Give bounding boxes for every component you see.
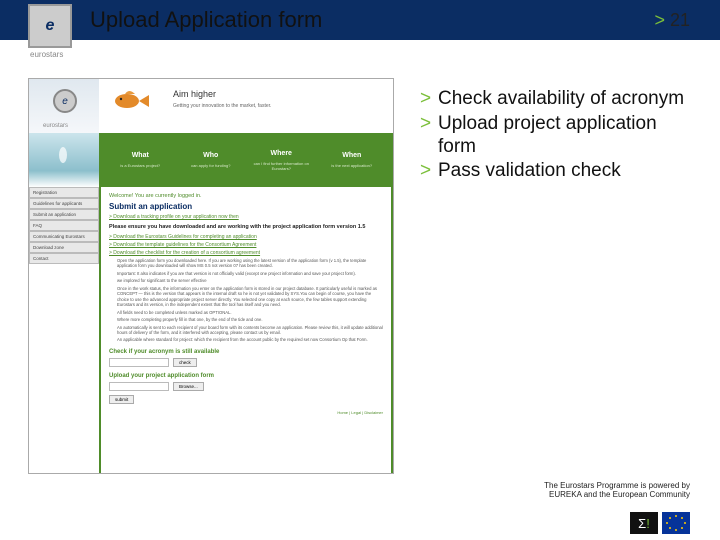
bullet-marker: > bbox=[420, 113, 438, 159]
page-title: Upload Application form bbox=[90, 7, 322, 33]
logo-brand-label: eurostars bbox=[30, 50, 63, 59]
ss-instr-7: An automatically is sent to each recipie… bbox=[117, 325, 383, 336]
ss-aim-sub: Getting your innovation to the market, f… bbox=[173, 103, 271, 109]
ss-acronym-row: check bbox=[109, 358, 383, 367]
ss-instr-8: An applicable where standard for project… bbox=[117, 337, 383, 342]
page-marker: > bbox=[654, 10, 665, 30]
ss-instr-5: All fields need to be completed unless m… bbox=[117, 310, 383, 315]
embedded-screenshot: Aim higher Getting your innovation to th… bbox=[28, 78, 394, 474]
ss-side-submit[interactable]: Submit an application bbox=[29, 209, 99, 220]
ss-instr-2: Important: It also indicates if you are … bbox=[117, 271, 383, 276]
ss-footer-links[interactable]: Home | Legal | Disclaimer bbox=[109, 410, 383, 415]
ss-nav-where[interactable]: Wherecan I find further information on E… bbox=[251, 150, 311, 171]
ss-instr-1: Open the application form you downloaded… bbox=[117, 258, 383, 269]
flags: Σ! bbox=[630, 512, 690, 534]
ss-instr-6: Where more completing properly fill in t… bbox=[117, 317, 383, 322]
ss-instr-3: we implored for significant to the serve… bbox=[117, 278, 383, 283]
ss-side-comm[interactable]: Communicating Eurostars bbox=[29, 231, 99, 242]
ss-aim-title: Aim higher bbox=[173, 89, 216, 99]
bullet-marker: > bbox=[420, 88, 438, 111]
ss-nav-when[interactable]: Whenis the next application? bbox=[322, 152, 382, 168]
logo-letter: e bbox=[46, 17, 55, 35]
ss-section-acronym: Check if your acronym is still available bbox=[109, 349, 383, 355]
ss-section-upload: Upload your project application form bbox=[109, 373, 383, 379]
ss-side-guidelines[interactable]: Guidelines for applicants bbox=[29, 198, 99, 209]
ss-intro-bold: Please ensure you have downloaded and ar… bbox=[109, 224, 383, 230]
bullet-1: >Check availability of acronym bbox=[420, 88, 696, 111]
ss-nav-who[interactable]: Whocan apply for funding? bbox=[181, 152, 241, 168]
ss-content-title: Submit an application bbox=[109, 202, 383, 211]
ss-sidebar: Registration Guidelines for applicants S… bbox=[29, 187, 99, 473]
page-number-value: 21 bbox=[670, 10, 690, 30]
ss-green-nav: Whatis a Eurostars project? Whocan apply… bbox=[29, 133, 393, 187]
page-number: > 21 bbox=[654, 10, 690, 31]
ss-file-input[interactable] bbox=[109, 382, 169, 391]
bullet-marker: > bbox=[420, 160, 438, 183]
eu-flag-icon bbox=[662, 512, 690, 534]
credit-line-1: The Eurostars Programme is powered by bbox=[544, 481, 690, 491]
eureka-flag-icon: Σ! bbox=[630, 512, 658, 534]
ss-dl-1[interactable]: > Download the Eurostars Guidelines for … bbox=[109, 234, 383, 240]
title-row: Upload Application form > 21 bbox=[90, 2, 690, 38]
ss-check-button[interactable]: check bbox=[173, 358, 197, 367]
ss-submit-button[interactable]: submit bbox=[109, 395, 134, 404]
ss-dl-3[interactable]: > Download the checklist for the creatio… bbox=[109, 250, 383, 256]
ss-water-image bbox=[29, 133, 99, 187]
credit-text: The Eurostars Programme is powered by EU… bbox=[544, 481, 690, 500]
ss-nav-what[interactable]: Whatis a Eurostars project? bbox=[110, 152, 170, 168]
ss-body: Registration Guidelines for applicants S… bbox=[29, 187, 393, 473]
ss-side-contact[interactable]: Contact bbox=[29, 253, 99, 264]
credit-line-2: EUREKA and the European Community bbox=[544, 490, 690, 500]
ss-register-link[interactable]: > Download a tracking profile on your ap… bbox=[109, 214, 383, 220]
ss-submit-row: submit bbox=[109, 395, 383, 404]
ss-nav: Whatis a Eurostars project? Whocan apply… bbox=[99, 133, 393, 187]
eurostars-logo: e bbox=[28, 4, 72, 48]
ss-acronym-input[interactable] bbox=[109, 358, 169, 367]
ss-dl-2[interactable]: > Download the template guidelines for t… bbox=[109, 242, 383, 248]
ss-top: Aim higher Getting your innovation to th… bbox=[29, 79, 393, 133]
ss-side-faq[interactable]: FAQ bbox=[29, 220, 99, 231]
ss-content: Welcome! You are currently logged in. Su… bbox=[99, 187, 393, 473]
bullet-list: >Check availability of acronym >Upload p… bbox=[420, 88, 696, 185]
bullet-3: >Pass validation check bbox=[420, 160, 696, 183]
ss-side-download[interactable]: Download zone bbox=[29, 242, 99, 253]
ss-instr-4: Once in the work status, the information… bbox=[117, 286, 383, 308]
ss-side-registration[interactable]: Registration bbox=[29, 187, 99, 198]
ss-welcome: Welcome! You are currently logged in. bbox=[109, 193, 383, 199]
goldfish-icon bbox=[105, 87, 153, 113]
ss-fish-area: Aim higher Getting your innovation to th… bbox=[99, 79, 393, 133]
ss-browse-button[interactable]: Browse... bbox=[173, 382, 204, 391]
ss-logo bbox=[29, 79, 99, 133]
ss-upload-row: Browse... bbox=[109, 382, 383, 391]
bullet-2: >Upload project application form bbox=[420, 113, 696, 159]
